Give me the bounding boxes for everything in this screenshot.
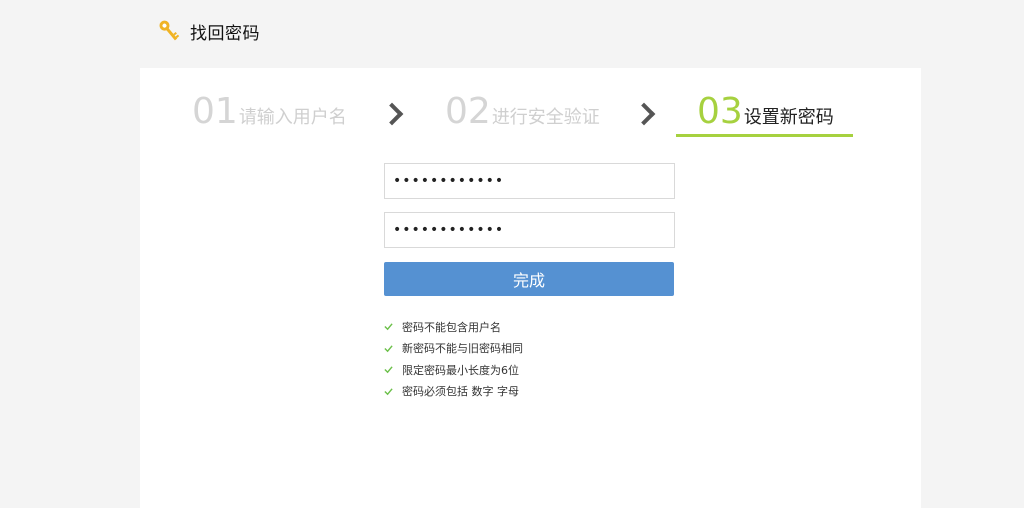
done-button[interactable]: 完成 bbox=[384, 262, 674, 296]
step-label: 进行安全验证 bbox=[491, 107, 600, 128]
step-number: 02 bbox=[445, 91, 491, 132]
list-item: 新密码不能与旧密码相同 bbox=[384, 338, 523, 360]
rule-text: 新密码不能与旧密码相同 bbox=[402, 342, 523, 356]
key-icon bbox=[159, 20, 180, 41]
confirm-password-input[interactable] bbox=[384, 212, 675, 248]
step-label: 请输入用户名 bbox=[238, 107, 347, 128]
page-title: 找回密码 bbox=[190, 23, 260, 44]
step-label: 设置新密码 bbox=[743, 107, 834, 128]
step-number: 01 bbox=[192, 91, 238, 132]
rule-text: 限定密码最小长度为6位 bbox=[402, 363, 519, 377]
check-icon bbox=[384, 345, 393, 353]
new-password-input[interactable] bbox=[384, 163, 675, 199]
password-rules-list: 密码不能包含用户名 新密码不能与旧密码相同 限定密码最小长度为6位 密码必须包括… bbox=[384, 316, 523, 402]
list-item: 限定密码最小长度为6位 bbox=[384, 359, 523, 381]
rule-text: 密码必须包括 数字 字母 bbox=[402, 385, 519, 399]
check-icon bbox=[384, 366, 393, 374]
reset-password-card: 01 请输入用户名 02 进行安全验证 03 设置新密码 完成 密码不能包含用户… bbox=[140, 68, 921, 508]
active-step-underline bbox=[676, 134, 853, 137]
step-2-security-verification: 02 进行安全验证 bbox=[445, 90, 600, 134]
check-icon bbox=[384, 388, 393, 396]
page-header: 找回密码 bbox=[156, 16, 260, 46]
step-1-enter-username: 01 请输入用户名 bbox=[192, 90, 347, 134]
step-number: 03 bbox=[697, 91, 743, 132]
list-item: 密码不能包含用户名 bbox=[384, 316, 523, 338]
chevron-right-icon bbox=[632, 102, 656, 126]
step-3-set-new-password: 03 设置新密码 bbox=[697, 90, 834, 134]
rule-text: 密码不能包含用户名 bbox=[402, 320, 501, 334]
list-item: 密码必须包括 数字 字母 bbox=[384, 381, 523, 403]
chevron-right-icon bbox=[380, 102, 404, 126]
check-icon bbox=[384, 323, 393, 331]
